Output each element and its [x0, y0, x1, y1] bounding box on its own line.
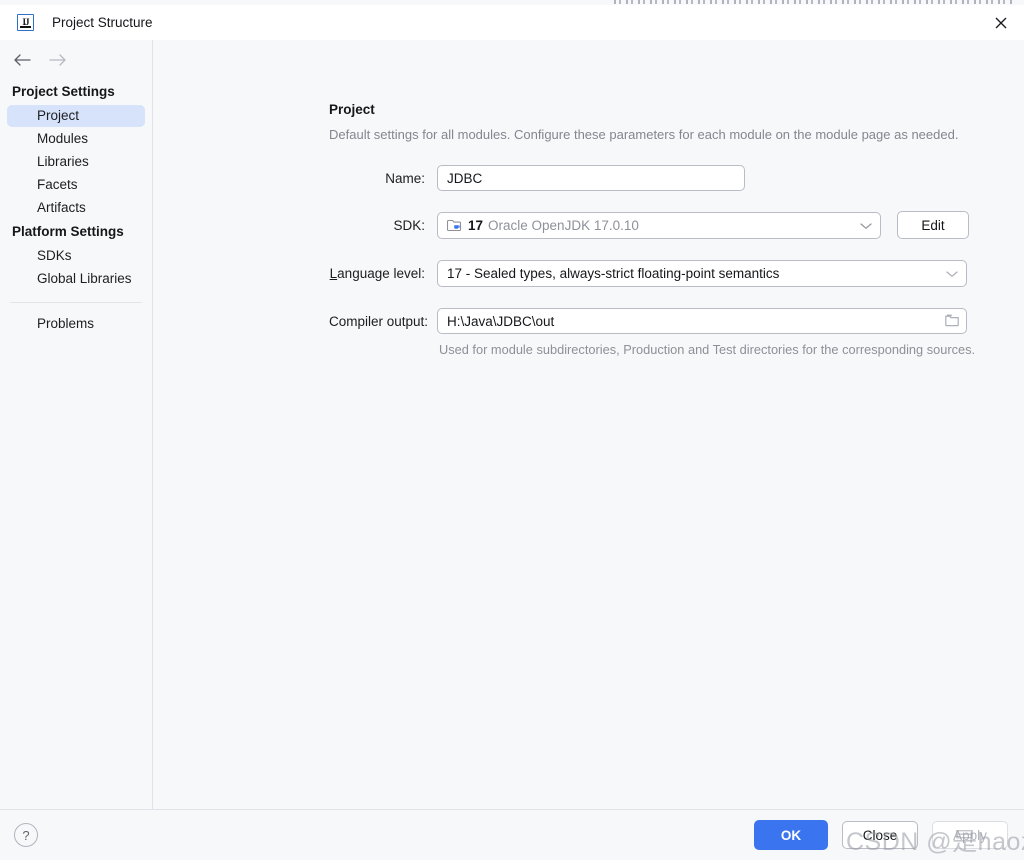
intellij-idea-glyph: IJ: [22, 17, 29, 27]
sdk-edit-button[interactable]: Edit: [897, 211, 969, 239]
name-input-value: JDBC: [447, 170, 483, 186]
sidebar-item-libraries[interactable]: Libraries: [7, 151, 145, 173]
sidebar-item-sdks[interactable]: SDKs: [7, 245, 145, 267]
ok-button[interactable]: OK: [754, 820, 828, 850]
dialog-body: Project Settings Project Modules Librari…: [0, 40, 1024, 809]
page-description: Default settings for all modules. Config…: [329, 127, 959, 142]
close-button[interactable]: Close: [842, 821, 918, 849]
compiler-output-row: Compiler output: H:\Java\JDBC\out: [329, 308, 1024, 334]
sidebar-divider: [10, 302, 142, 303]
content-panel: Project Default settings for all modules…: [153, 40, 1024, 809]
forward-arrow-icon[interactable]: [48, 50, 68, 70]
sidebar-item-global-libraries[interactable]: Global Libraries: [7, 268, 145, 290]
sidebar-item-problems[interactable]: Problems: [7, 313, 145, 335]
compiler-output-input[interactable]: H:\Java\JDBC\out: [437, 308, 967, 334]
language-level-row: Language level: 17 - Sealed types, alway…: [329, 260, 1024, 287]
close-icon[interactable]: [978, 5, 1024, 40]
sdk-combobox[interactable]: 17 Oracle OpenJDK 17.0.10: [437, 211, 881, 239]
forward-arrow-glyph: [49, 54, 66, 66]
sidebar: Project Settings Project Modules Librari…: [0, 40, 153, 809]
window-title: Project Structure: [52, 15, 153, 30]
help-button[interactable]: ?: [14, 823, 38, 847]
sidebar-item-modules[interactable]: Modules: [7, 128, 145, 150]
chevron-down-icon: [860, 218, 872, 233]
compiler-output-value: H:\Java\JDBC\out: [447, 313, 555, 329]
language-level-value: 17 - Sealed types, always-strict floatin…: [447, 266, 780, 281]
compiler-output-hint: Used for module subdirectories, Producti…: [439, 342, 976, 357]
language-level-label: Language level:: [329, 266, 437, 281]
back-arrow-icon[interactable]: [12, 50, 32, 70]
sidebar-group-title-platform-settings: Platform Settings: [12, 224, 124, 239]
sidebar-item-project[interactable]: Project: [7, 105, 145, 127]
sdk-combobox-value: 17 Oracle OpenJDK 17.0.10: [447, 217, 854, 233]
footer-buttons: OK Close Apply: [754, 820, 1008, 850]
sdk-version: 17: [468, 217, 484, 233]
chevron-down-glyph: [946, 271, 958, 277]
sidebar-item-facets[interactable]: Facets: [7, 174, 145, 196]
sdk-row: SDK: 17 Oracle OpenJDK 17.0.10 Edit: [329, 211, 1024, 239]
apply-button: Apply: [932, 821, 1008, 849]
compiler-output-label: Compiler output:: [329, 313, 429, 329]
chevron-down-icon: [946, 266, 958, 281]
name-label: Name:: [385, 170, 425, 186]
chevron-down-glyph: [860, 222, 872, 229]
sidebar-item-artifacts[interactable]: Artifacts: [7, 197, 145, 219]
jdk-folder-icon: [447, 219, 462, 232]
project-structure-dialog: IJ Project Structure Project Settings Pr…: [0, 5, 1024, 860]
sidebar-group-title-project-settings: Project Settings: [12, 84, 115, 99]
name-input[interactable]: JDBC: [437, 165, 745, 191]
dialog-footer: ? OK Close Apply: [0, 809, 1024, 860]
language-level-label-rest: anguage level:: [337, 266, 425, 281]
language-level-combobox[interactable]: 17 - Sealed types, always-strict floatin…: [437, 260, 967, 287]
name-row: Name: JDBC: [329, 165, 1024, 191]
sdk-name: Oracle OpenJDK 17.0.10: [488, 217, 639, 233]
page-title: Project: [329, 102, 375, 117]
folder-icon[interactable]: [944, 312, 960, 331]
back-arrow-glyph: [14, 54, 31, 66]
close-glyph: [995, 17, 1007, 28]
dialog-titlebar: IJ Project Structure: [0, 5, 1024, 40]
background-window-noise: [614, 0, 1014, 4]
intellij-idea-icon: IJ: [17, 14, 34, 31]
folder-glyph: [945, 314, 959, 326]
sdk-label: SDK:: [393, 217, 425, 233]
navigation-arrows: [0, 40, 152, 80]
